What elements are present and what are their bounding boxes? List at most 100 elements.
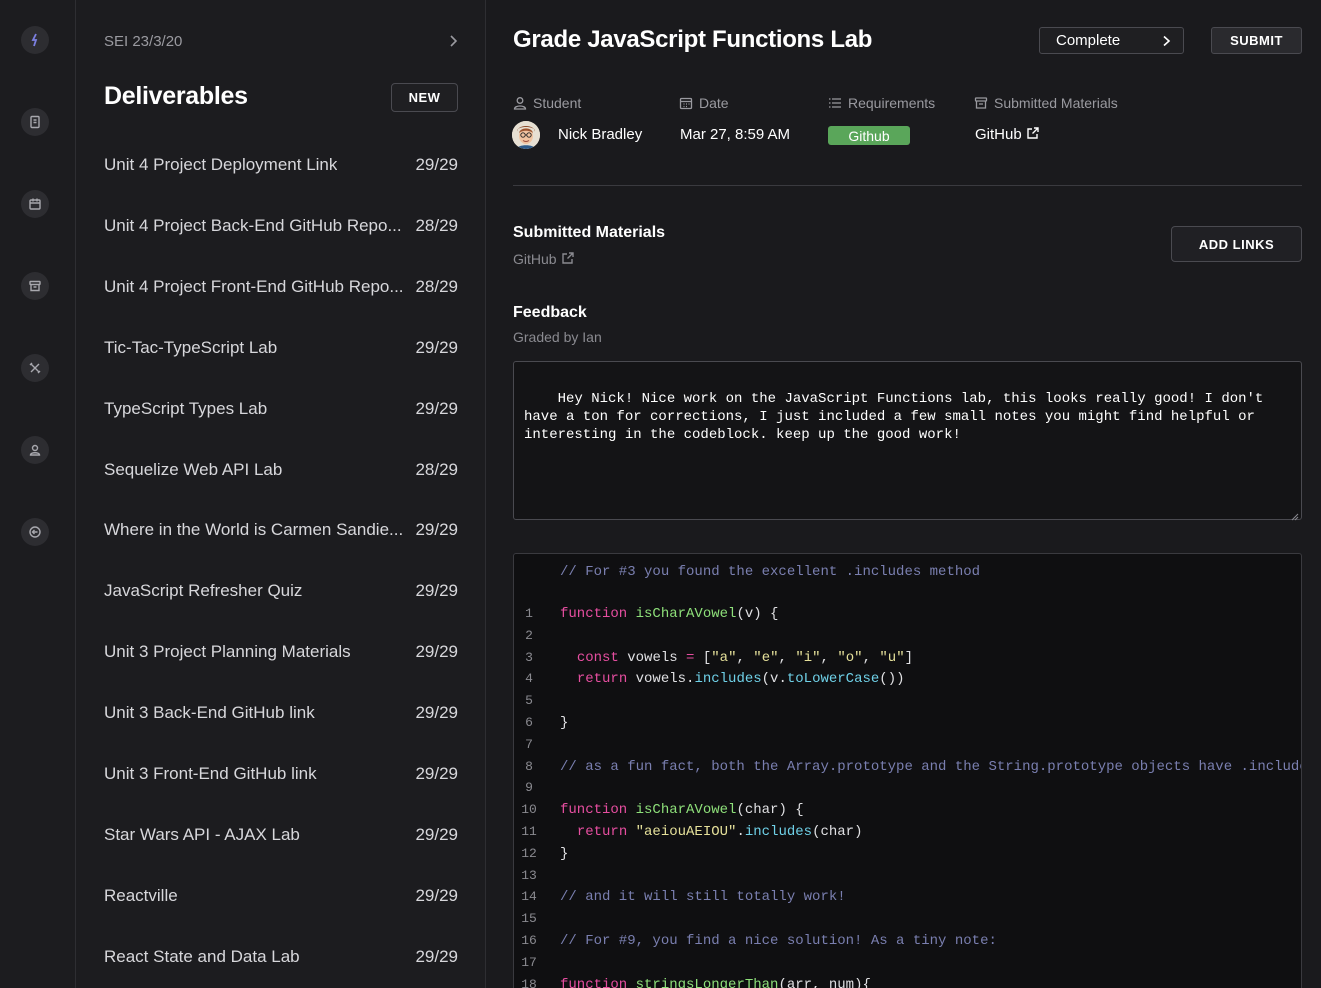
line-number: 10 xyxy=(521,802,537,818)
new-deliverable-button[interactable]: NEW xyxy=(391,83,458,112)
resize-handle-icon[interactable] xyxy=(1291,509,1299,521)
deliverable-count: 29/29 xyxy=(415,946,458,966)
deliverable-name: Tic-Tac-TypeScript Lab xyxy=(104,337,278,357)
logo-icon[interactable] xyxy=(21,26,49,54)
line-number: 18 xyxy=(521,976,537,988)
calendar-icon xyxy=(679,97,693,110)
code-token: "aeiouAEIOU" xyxy=(635,824,737,840)
deliverable-item[interactable]: Unit 4 Project Front-End GitHub Repo... 2… xyxy=(104,275,458,299)
calendar-icon[interactable] xyxy=(21,190,49,218)
deliverable-item[interactable]: Unit 3 Front-End GitHub link 29/29 xyxy=(104,762,458,786)
deliverable-name: Unit 4 Project Back-End GitHub Repo... xyxy=(104,215,402,235)
deliverable-name: Unit 4 Project Deployment Link xyxy=(104,155,338,174)
code-text: return "aeiouAEIOU".includes(char) xyxy=(560,824,863,840)
code-line: 5 xyxy=(514,693,544,713)
code-token: // as a fun fact, both the Array.prototy… xyxy=(560,758,1302,775)
feedback-textarea[interactable]: Hey Nick! Nice work on the JavaScript Fu… xyxy=(513,361,1302,521)
code-token: = xyxy=(686,649,703,666)
deliverable-name: Reactville xyxy=(104,885,178,905)
submitted-materials-title: Submitted Materials xyxy=(513,224,666,241)
deliverable-item[interactable]: JavaScript Refresher Quiz 29/29 xyxy=(104,579,458,603)
deliverable-item[interactable]: TypeScript Types Lab 29/29 xyxy=(104,397,458,421)
code-token: } xyxy=(560,715,569,731)
deliverable-item[interactable]: Unit 3 Project Planning Materials 29/29 xyxy=(104,640,458,664)
code-line: 18 xyxy=(514,977,544,988)
deliverable-item[interactable]: Tic-Tac-TypeScript Lab 29/29 xyxy=(104,336,458,360)
deliverable-item[interactable]: Unit 4 Project Back-End GitHub Repo... 28… xyxy=(104,214,458,238)
deliverable-item[interactable]: Unit 3 Back-End GitHub link 29/29 xyxy=(104,701,458,725)
add-links-button[interactable]: ADD LINKS xyxy=(1171,226,1302,262)
code-token: (arr, num){ xyxy=(778,976,871,988)
divider xyxy=(513,185,1302,186)
code-line: 3 xyxy=(514,650,544,670)
code-line: 1 xyxy=(514,606,544,626)
deliverable-name: React State and Data Lab xyxy=(104,946,300,966)
code-token: (char) xyxy=(812,824,863,840)
submission-date: Mar 27, 8:59 AM xyxy=(680,126,791,143)
deliverable-item[interactable]: Star Wars API - AJAX Lab 29/29 xyxy=(104,823,458,847)
code-token: } xyxy=(560,845,569,862)
code-text: } xyxy=(560,715,568,731)
status-dropdown[interactable]: Complete xyxy=(1039,27,1184,54)
code-token: // and it will still totally work! xyxy=(560,889,846,906)
deliverable-item[interactable]: Sequelize Web API Lab 28/29 xyxy=(104,458,458,482)
submitted-github-label: GitHub xyxy=(513,251,557,267)
code-line: 14 xyxy=(514,889,544,909)
deliverable-count: 29/29 xyxy=(415,581,458,601)
chevron-right-icon xyxy=(1163,35,1171,46)
code-token: ] xyxy=(904,649,914,666)
line-number: 17 xyxy=(521,954,537,970)
deliverable-count: 29/29 xyxy=(415,398,458,418)
cohort-label: SEI 23/3/20 xyxy=(104,32,183,50)
deliverable-item[interactable]: Reactville 29/29 xyxy=(104,884,458,908)
submitted-github-link[interactable]: GitHub xyxy=(513,251,575,267)
materials-header: Submitted Materials xyxy=(974,95,1118,111)
deliverable-name: Sequelize Web API Lab xyxy=(104,459,283,479)
notebook-icon[interactable] xyxy=(21,108,49,136)
deliverable-count: 29/29 xyxy=(415,703,458,723)
code-token: ()) xyxy=(879,671,905,688)
code-line: 13 xyxy=(514,868,544,888)
code-token: , xyxy=(736,649,754,666)
deliverable-count: 28/29 xyxy=(415,459,458,479)
code-text: return vowels.includes(v.toLowerCase()) xyxy=(560,671,905,687)
deliverables-title: Deliverables xyxy=(104,82,248,110)
logout-icon[interactable] xyxy=(21,518,49,546)
requirements-header: Requirements xyxy=(828,95,935,111)
code-token: function xyxy=(560,976,636,988)
code-editor[interactable]: // For #3 you found the excellent .inclu… xyxy=(513,553,1302,988)
code-line: 4 xyxy=(514,671,544,691)
student-header: Student xyxy=(513,95,581,111)
submit-button[interactable]: SUBMIT xyxy=(1211,27,1302,54)
profile-icon[interactable] xyxy=(21,436,49,464)
code-line: 10 xyxy=(514,802,544,822)
code-line: 7 xyxy=(514,737,544,757)
code-header-comment: // For #3 you found the excellent .inclu… xyxy=(560,564,981,580)
tools-icon[interactable] xyxy=(21,354,49,382)
materials-link[interactable]: GitHub xyxy=(975,126,1040,143)
code-text: function isCharAVowel(char) { xyxy=(560,802,804,818)
line-number: 13 xyxy=(521,867,537,883)
code-line: 17 xyxy=(514,955,544,975)
cohort-selector[interactable]: SEI 23/3/20 xyxy=(104,31,458,51)
deliverable-name: Unit 4 Project Front-End GitHub Repo... xyxy=(104,276,404,296)
deliverable-name: Star Wars API - AJAX Lab xyxy=(104,824,300,844)
code-token: , xyxy=(862,649,880,666)
student-label: Student xyxy=(533,95,582,111)
page-title: Grade JavaScript Functions Lab xyxy=(513,26,873,53)
deliverable-count: 28/29 xyxy=(415,276,458,296)
deliverable-count: 29/29 xyxy=(415,155,458,174)
code-token: [ xyxy=(702,649,712,666)
code-line: 6 xyxy=(514,715,544,735)
deliverable-item[interactable]: Unit 4 Project Deployment Link 29/29 xyxy=(104,153,458,177)
archive-icon[interactable] xyxy=(21,272,49,300)
code-token: return xyxy=(576,824,636,840)
deliverable-count: 29/29 xyxy=(415,337,458,357)
deliverable-item[interactable]: Where in the World is Carmen Sandie... 29… xyxy=(104,518,458,542)
date-label: Date xyxy=(699,95,729,111)
deliverable-item[interactable]: React State and Data Lab 29/29 xyxy=(104,945,458,969)
student-name[interactable]: Nick Bradley xyxy=(558,126,642,143)
line-number: 9 xyxy=(525,780,533,796)
code-token: stringsLongerThan xyxy=(635,976,779,988)
